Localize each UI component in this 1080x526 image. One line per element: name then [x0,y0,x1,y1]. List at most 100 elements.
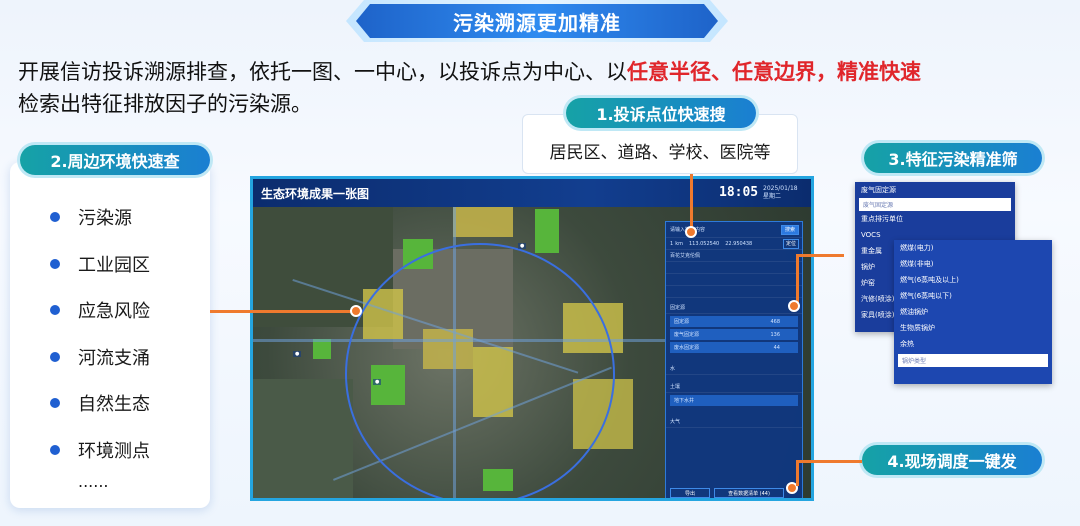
panel-section[interactable]: 水 [666,363,802,375]
callout-filter-title: 3.特征污染精准筛 [864,143,1042,173]
map-date: 2025/01/18 星期二 [763,185,798,201]
data-row-label: 固定源 [674,319,690,325]
panel-data-row[interactable]: 废气固定源 136 [670,329,798,340]
view-data-list-button[interactable]: 查看数据清单 (44) [714,488,784,498]
panel-checkbox-row[interactable] [666,286,802,298]
search-radius-circle [345,243,615,498]
radius-value[interactable]: 1 [670,241,673,247]
map-clock: 18:05 [719,185,759,200]
search-callout-desc: 居民区、道路、学校、医院等 [549,143,771,163]
panel-section[interactable]: 土壤 [666,381,802,393]
zone-industrial [453,207,513,237]
intro-text-line2: 检索出特征排放因子的污染源。 [18,92,312,116]
connector-line [796,460,862,463]
env-list: 污染源 工业园区 应急风险 河流支涌 自然生态 环境测点 [50,194,150,473]
dropdown-option[interactable]: 重点排污单位 [855,211,1015,227]
connector-line [796,254,844,257]
page-title: 污染溯源更加精准 [356,4,718,38]
connector-line [210,310,356,313]
panel-keyword-row: 百花艾克伦佩 [666,250,802,262]
data-row-label: 地下水井 [674,398,695,404]
data-row-value: 136 [770,331,780,338]
list-item-label: 工业园区 [78,254,150,276]
section-label: 水 [670,366,676,372]
dropdown-option[interactable]: 余热 [894,336,1052,352]
panel-search-button[interactable]: 搜索 [781,224,799,235]
bullet-icon [50,305,60,316]
connector-dot [350,305,362,317]
section-label: 大气 [670,419,681,425]
list-item-label: 污染源 [78,208,132,230]
panel-section[interactable]: 固定源 [666,302,802,314]
panel-checkbox-row[interactable] [666,274,802,286]
data-row-value: 468 [770,318,780,325]
map-view[interactable]: ● ● ● 生态环境成果一张图 18:05 2025/01/18星期二 请输入搜… [250,176,814,501]
list-item: 应急风险 [50,287,150,334]
keyword-text[interactable]: 百花艾克伦佩 [670,252,700,259]
panel-data-row[interactable]: 固定源 468 [670,316,798,327]
callout-surround-label: 2.周边环境快速查 [50,152,180,171]
data-row-value: 44 [773,344,780,351]
dropdown-selected[interactable]: 锅炉类型 [898,354,1048,367]
connector-line [690,174,693,234]
page-title-text: 污染溯源更加精准 [453,10,621,35]
bullet-icon [50,398,60,409]
connector-dot [788,300,800,312]
map-title: 生态环境成果一张图 [261,186,370,201]
panel-filter-row[interactable] [666,262,802,274]
map-weekday: 星期二 [763,193,782,200]
terrain-patch [253,379,353,498]
intro-highlight: 任意半径、任意边界，精准快速 [627,60,921,84]
map-label: ● [373,379,382,385]
coord-lat[interactable]: 22.950438 [725,241,783,247]
callout-dispatch-title: 4.现场调度一键发 [862,445,1042,475]
search-control-panel: 请输入搜索内容 搜索 1 km 113.052540 22.950438 定位 … [665,221,803,498]
dropdown-option[interactable]: 生物质锅炉 [894,320,1052,336]
list-item: 工业园区 [50,241,150,288]
list-item: 污染源 [50,194,150,241]
panel-data-row[interactable]: 地下水井 [670,395,798,406]
list-item-label: 自然生态 [78,394,150,416]
panel-section[interactable]: 大气 [666,416,802,428]
coord-lng[interactable]: 113.052540 [689,241,719,247]
connector-line [796,460,799,486]
dropdown-option[interactable]: 燃气(6蒸吨及以上) [894,272,1052,288]
dropdown-option[interactable]: 燃气(6蒸吨以下) [894,288,1052,304]
locate-button[interactable]: 定位 [783,238,799,249]
bullet-icon [50,212,60,223]
radius-unit: km [675,240,683,247]
list-item: 环境测点 [50,427,150,474]
bullet-icon [50,258,60,269]
list-item-label: 河流支涌 [78,347,150,369]
dropdown-option[interactable]: 燃油锅炉 [894,304,1052,320]
callout-search-title: 1.投诉点位快速搜 [566,98,756,128]
export-button[interactable]: 导出 [670,488,710,498]
callout-filter-label: 3.特征污染精准筛 [888,150,1018,169]
intro-paragraph: 开展信访投诉溯源排查，依托一图、一中心，以投诉点为中心、以任意半径、任意边界，精… [18,56,1068,120]
panel-radius-row: 1 km 113.052540 22.950438 定位 [666,238,802,250]
map-date-text: 2025/01/18 [763,185,798,192]
list-item-label: 环境测点 [78,440,150,462]
surrounding-env-panel: 污染源 工业园区 应急风险 河流支涌 自然生态 环境测点 ...... [10,162,210,508]
panel-data-row[interactable]: 废水固定源 44 [670,342,798,353]
callout-search-label: 1.投诉点位快速搜 [596,105,726,124]
map-label: ● [518,243,527,249]
data-row-label: 废水固定源 [674,345,700,351]
section-label: 固定源 [670,305,686,311]
data-row-label: 废气固定源 [674,332,700,338]
intro-text: 开展信访投诉溯源排查，依托一图、一中心，以投诉点为中心、以 [18,60,627,84]
list-item: 自然生态 [50,380,150,427]
bullet-icon [50,351,60,362]
connector-dot [685,226,697,238]
zone-green [535,209,559,253]
dropdown-header: 废气固定源 [861,186,896,194]
more-ellipsis: ...... [78,472,109,491]
dropdown-option[interactable]: 燃煤(电力) [894,240,1052,256]
dropdown-option[interactable]: 燃煤(非电) [894,256,1052,272]
list-item-label: 应急风险 [78,301,150,323]
boiler-type-dropdown[interactable]: 燃煤(电力) 燃煤(非电) 燃气(6蒸吨及以上) 燃气(6蒸吨以下) 燃油锅炉 … [894,240,1052,384]
map-label: ● [293,351,302,357]
zone-green [313,339,331,359]
list-item: 河流支涌 [50,334,150,381]
dropdown-selected[interactable]: 废气固定源 [859,198,1011,211]
